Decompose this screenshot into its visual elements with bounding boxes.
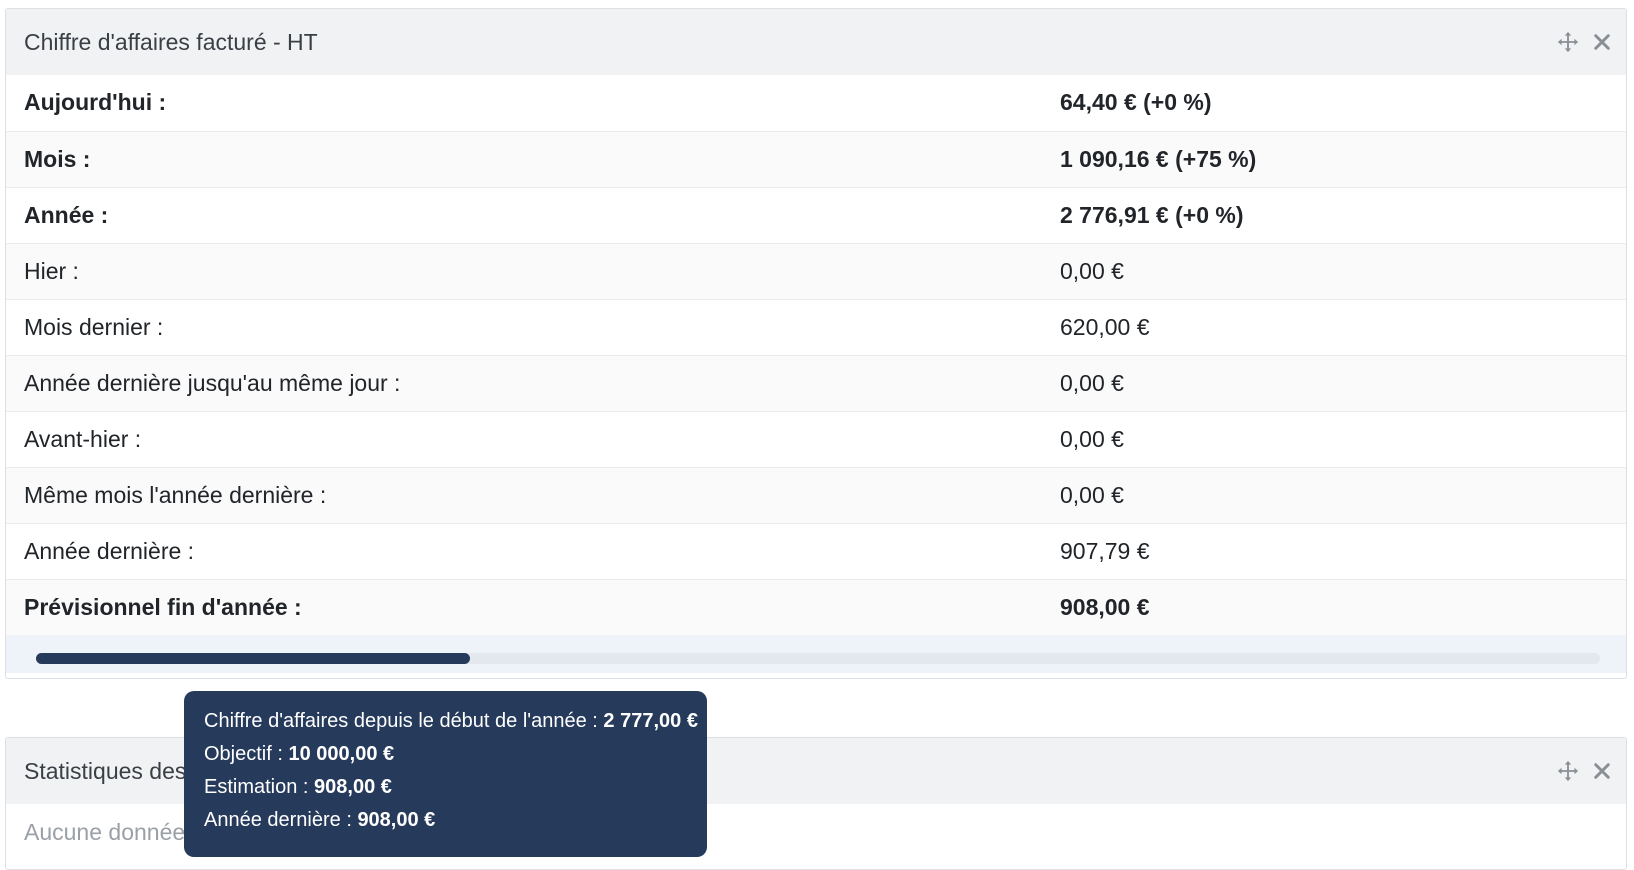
stats-row-same-month-last-year: Même mois l'année dernière : 0,00 € [6, 466, 1626, 523]
revenue-widget-title: Chiffre d'affaires facturé - HT [24, 28, 318, 55]
stats-row-yesterday: Hier : 0,00 € [6, 242, 1626, 299]
stats-label: Hier : [6, 242, 1042, 299]
revenue-widget: Chiffre d'affaires facturé - HT Aujourd'… [5, 8, 1627, 679]
progress-tooltip: Chiffre d'affaires depuis le début de l'… [184, 691, 707, 857]
tooltip-value: 2 777,00 € [603, 710, 698, 732]
stats-row-year: Année : 2 776,91 € (+0 %) [6, 186, 1626, 243]
tooltip-line-estimate: Estimation : 908,00 € [204, 771, 687, 804]
stats-row-year-end-forecast: Prévisionnel fin d'année : 908,00 € [6, 578, 1626, 635]
tooltip-value: 908,00 € [357, 809, 436, 831]
revenue-widget-header[interactable]: Chiffre d'affaires facturé - HT [6, 9, 1626, 75]
stats-label: Même mois l'année dernière : [6, 466, 1042, 523]
stats-row-day-before-yesterday: Avant-hier : 0,00 € [6, 410, 1626, 467]
stats-label: Aujourd'hui : [24, 89, 167, 116]
close-icon[interactable] [1590, 759, 1614, 783]
tooltip-value: 10 000,00 € [288, 743, 395, 765]
tooltip-line-last-year: Année dernière : 908,00 € [204, 804, 687, 837]
stats-value: 1 090,16 € (+75 %) [1042, 130, 1626, 187]
stats-value: 2 776,91 € (+0 %) [1042, 186, 1626, 243]
statistics-widget-title: Statistiques des [24, 757, 187, 784]
move-arrows-icon[interactable] [1556, 30, 1580, 54]
stats-label: Avant-hier : [6, 410, 1042, 467]
dashboard-page: Chiffre d'affaires facturé - HT Aujourd'… [0, 0, 1634, 870]
stats-row-month: Mois : 1 090,16 € (+75 %) [6, 130, 1626, 187]
stats-value: 0,00 € [1042, 466, 1626, 523]
stats-value: 908,00 € [1042, 578, 1626, 635]
revenue-widget-tools [1556, 30, 1614, 54]
tooltip-line-ytd-revenue: Chiffre d'affaires depuis le début de l'… [204, 705, 698, 738]
objective-progress-bar[interactable] [36, 653, 1600, 664]
tooltip-label: Objectif : [204, 743, 289, 765]
stats-value: 0,00 € [1042, 410, 1626, 467]
stats-label: Mois : [6, 130, 1042, 187]
tooltip-label: Chiffre d'affaires depuis le début de l'… [204, 710, 604, 732]
stats-label: Prévisionnel fin d'année : [6, 578, 1042, 635]
stats-value: 64,40 € (+0 %) [1060, 89, 1212, 116]
stats-value: 907,79 € [1042, 522, 1626, 579]
stats-row-last-month: Mois dernier : 620,00 € [6, 298, 1626, 355]
stats-row-last-year-to-date: Année dernière jusqu'au même jour : 0,00… [6, 354, 1626, 411]
stats-label: Année dernière jusqu'au même jour : [6, 354, 1042, 411]
objective-progress-area [6, 635, 1626, 673]
objective-progress-fill[interactable] [36, 653, 471, 664]
stats-value: 0,00 € [1042, 354, 1626, 411]
stats-row-today: Aujourd'hui : 64,40 € (+0 %) [6, 75, 1626, 131]
move-arrows-icon[interactable] [1556, 759, 1580, 783]
stats-value: 0,00 € [1042, 242, 1626, 299]
tooltip-line-objective: Objectif : 10 000,00 € [204, 738, 687, 771]
stats-row-last-year: Année dernière : 907,79 € [6, 522, 1626, 579]
revenue-stats-table: Aujourd'hui : 64,40 € (+0 %) Mois : 1 09… [6, 75, 1626, 635]
tooltip-label: Année dernière : [204, 809, 358, 831]
stats-label: Année : [6, 186, 1042, 243]
stats-label: Année dernière : [6, 522, 1042, 579]
tooltip-value: 908,00 € [314, 776, 392, 798]
tooltip-label: Estimation : [204, 776, 315, 798]
stats-value: 620,00 € [1042, 298, 1626, 355]
close-icon[interactable] [1590, 30, 1614, 54]
statistics-widget-tools [1556, 759, 1614, 783]
stats-label: Mois dernier : [6, 298, 1042, 355]
